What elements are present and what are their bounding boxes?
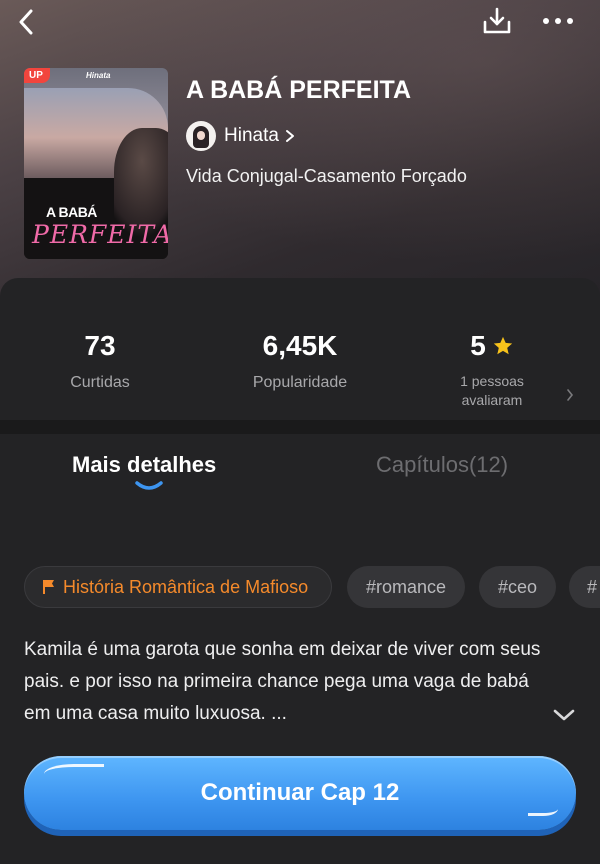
chevron-down-icon [553,709,575,721]
flag-icon [43,579,55,595]
author-link[interactable]: Hinata [186,120,299,152]
download-button[interactable] [478,2,516,40]
update-badge: UP [24,68,50,83]
book-genre: Vida Conjugal-Casamento Forçado [186,166,467,186]
back-arrow-icon [19,9,33,35]
cover-brand: Hinata [86,71,111,80]
continue-reading-label: Continuar Cap 12 [200,779,400,806]
rating-value: 5 [470,330,486,361]
author-avatar [186,121,216,151]
stat-likes: 73 Curtidas [60,330,140,392]
featured-tag-label: História Romântica de Mafioso [63,576,309,597]
book-description: Kamila é uma garota que sonha em deixar … [24,639,541,724]
book-title: A BABÁ PERFEITA [186,76,411,104]
continue-reading-button[interactable]: Continuar Cap 12 [24,756,576,830]
top-bar [0,0,600,44]
rating-label-line2: avaliaram [461,392,523,408]
tab-bar: Mais detalhes Capítulos(12) [0,434,600,504]
tag-chip[interactable]: # [569,566,600,608]
rating-label-line1: 1 pessoas [460,373,524,389]
rating-value-row: 5 [442,330,542,362]
button-gloss [44,764,104,784]
popularity-value: 6,45K [262,330,338,361]
stats-row: 73 Curtidas 6,45K Popularidade 5 1 pesso… [0,300,600,420]
star-icon [493,336,512,355]
rating-label: 1 pessoas avaliaram [442,372,542,410]
tab-chapters[interactable]: Capítulos(12) [376,452,508,478]
likes-value: 73 [84,330,116,361]
featured-tag[interactable]: História Romântica de Mafioso [24,566,332,608]
chevron-right-icon [285,129,299,143]
more-options-button[interactable] [538,4,578,38]
tag-chip[interactable]: #ceo [479,566,556,608]
tag-chip[interactable]: #romance [347,566,465,608]
more-icon [543,18,573,24]
section-divider [0,420,600,434]
button-gloss [528,802,558,816]
back-button[interactable] [8,4,44,40]
tab-details[interactable]: Mais detalhes [72,452,216,478]
tag-list: História Romântica de Mafioso #romance #… [24,566,600,610]
cover-title-line2: PERFEITA [32,220,168,249]
book-cover[interactable]: UP Hinata A BABÁ PERFEITA [24,68,168,259]
likes-label: Curtidas [70,374,130,391]
stat-popularity: 6,45K Popularidade [240,330,360,392]
expand-description-button[interactable] [552,708,576,727]
author-name: Hinata [224,125,279,146]
download-icon [483,7,511,34]
cover-title-line1: A BABÁ [46,204,97,220]
chevron-right-icon[interactable] [566,388,574,406]
tab-active-indicator [135,481,163,490]
popularity-label: Popularidade [252,374,348,391]
stat-rating[interactable]: 5 1 pessoas avaliaram [442,330,542,410]
